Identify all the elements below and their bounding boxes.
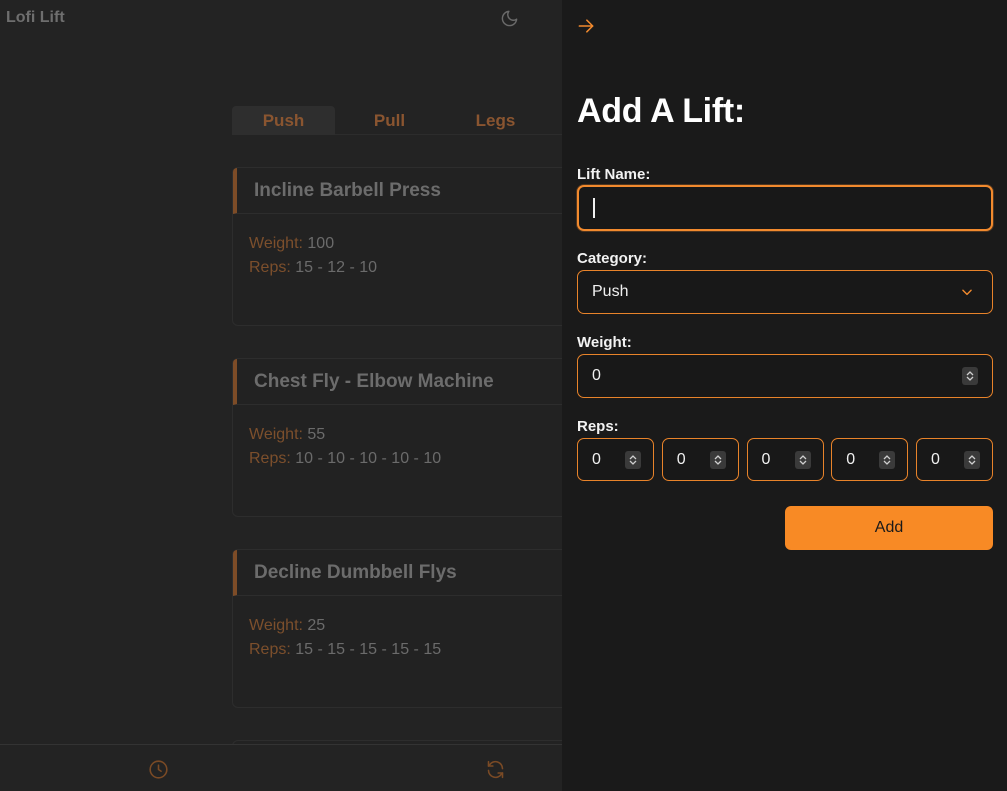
rep-input-1[interactable]: 0 — [577, 438, 654, 481]
moon-icon[interactable] — [500, 9, 519, 28]
rep-input-3[interactable]: 0 — [746, 438, 824, 481]
rep-value: 0 — [676, 450, 686, 468]
weight-label: Weight: — [249, 617, 303, 634]
rep-input-2[interactable]: 0 — [661, 438, 739, 481]
reps-label: Reps: — [249, 259, 291, 276]
weight-stepper[interactable] — [962, 367, 978, 385]
drawer-title: Add A Lift: — [577, 92, 745, 130]
app-title: Lofi Lift — [6, 9, 65, 26]
reps-field-label: Reps: — [577, 418, 619, 435]
reps-value: 15 - 12 - 10 — [295, 259, 378, 276]
lift-card-body: Weight: 100 Reps: 15 - 12 - 10 — [233, 214, 591, 280]
tab-push[interactable]: Push — [232, 106, 335, 135]
lift-card[interactable]: Incline Barbell Press Weight: 100 Reps: … — [232, 167, 592, 326]
category-tabs: Push Pull Legs — [232, 106, 572, 135]
lift-card-title: Decline Dumbbell Flys — [254, 561, 457, 583]
lift-card-header: Decline Dumbbell Flys — [233, 550, 591, 596]
reps-inputs: 0 0 0 0 0 — [577, 438, 993, 481]
lift-card[interactable]: Decline Dumbbell Flys Weight: 25 Reps: 1… — [232, 549, 592, 708]
lift-card-body: Weight: 25 Reps: 15 - 15 - 15 - 15 - 15 — [233, 596, 591, 662]
lift-name-label: Lift Name: — [577, 166, 651, 183]
arrow-right-icon[interactable] — [576, 16, 596, 36]
stepper-down-icon — [966, 376, 974, 381]
stepper-down-icon — [883, 460, 891, 465]
weight-label: Weight: — [249, 426, 303, 443]
reps-value: 15 - 15 - 15 - 15 - 15 — [295, 641, 442, 658]
rep-stepper[interactable] — [794, 451, 811, 469]
lift-card-header: Incline Barbell Press — [233, 168, 591, 214]
refresh-icon[interactable] — [485, 759, 506, 780]
stepper-down-icon — [714, 460, 722, 465]
chevron-down-icon — [962, 289, 972, 296]
category-select[interactable]: Push — [577, 270, 993, 314]
weight-input-value: 0 — [592, 367, 601, 384]
category-label: Category: — [577, 250, 648, 267]
bottom-nav — [0, 744, 562, 791]
reps-value: 10 - 10 - 10 - 10 - 10 — [295, 450, 442, 467]
weight-value: 100 — [307, 235, 335, 252]
reps-label: Reps: — [249, 641, 291, 658]
lift-name-input[interactable] — [577, 185, 993, 231]
lift-card[interactable]: Chest Fly - Elbow Machine Weight: 55 Rep… — [232, 358, 592, 517]
weight-input[interactable]: 0 — [577, 354, 993, 398]
category-value: Push — [592, 283, 629, 300]
clock-icon[interactable] — [148, 759, 169, 780]
stepper-down-icon — [629, 460, 637, 465]
text-caret — [593, 198, 595, 218]
rep-stepper[interactable] — [879, 451, 896, 469]
rep-stepper[interactable] — [625, 451, 641, 469]
lift-card-header: Chest Fly - Elbow Machine — [233, 359, 591, 405]
lift-card-title: Chest Fly - Elbow Machine — [254, 370, 494, 392]
rep-stepper[interactable] — [964, 451, 980, 469]
lift-card-body: Weight: 55 Reps: 10 - 10 - 10 - 10 - 10 — [233, 405, 591, 471]
rep-value: 0 — [761, 450, 771, 468]
tab-legs[interactable]: Legs — [444, 106, 547, 135]
stepper-down-icon — [799, 460, 806, 465]
add-button[interactable]: Add — [785, 506, 993, 550]
rep-value: 0 — [931, 450, 940, 468]
rep-input-5[interactable]: 0 — [916, 438, 993, 481]
reps-label: Reps: — [249, 450, 291, 467]
weight-field-label: Weight: — [577, 334, 632, 351]
weight-value: 55 — [307, 426, 326, 443]
weight-label: Weight: — [249, 235, 303, 252]
weight-value: 25 — [307, 617, 326, 634]
rep-stepper[interactable] — [709, 451, 726, 469]
stepper-down-icon — [968, 460, 976, 465]
tab-pull[interactable]: Pull — [338, 106, 441, 135]
rep-input-4[interactable]: 0 — [831, 438, 909, 481]
rep-value: 0 — [846, 450, 856, 468]
add-lift-drawer: Add A Lift: Lift Name: Category: Push We… — [562, 0, 1007, 791]
lift-card-title: Incline Barbell Press — [254, 179, 441, 201]
rep-value: 0 — [592, 450, 601, 468]
